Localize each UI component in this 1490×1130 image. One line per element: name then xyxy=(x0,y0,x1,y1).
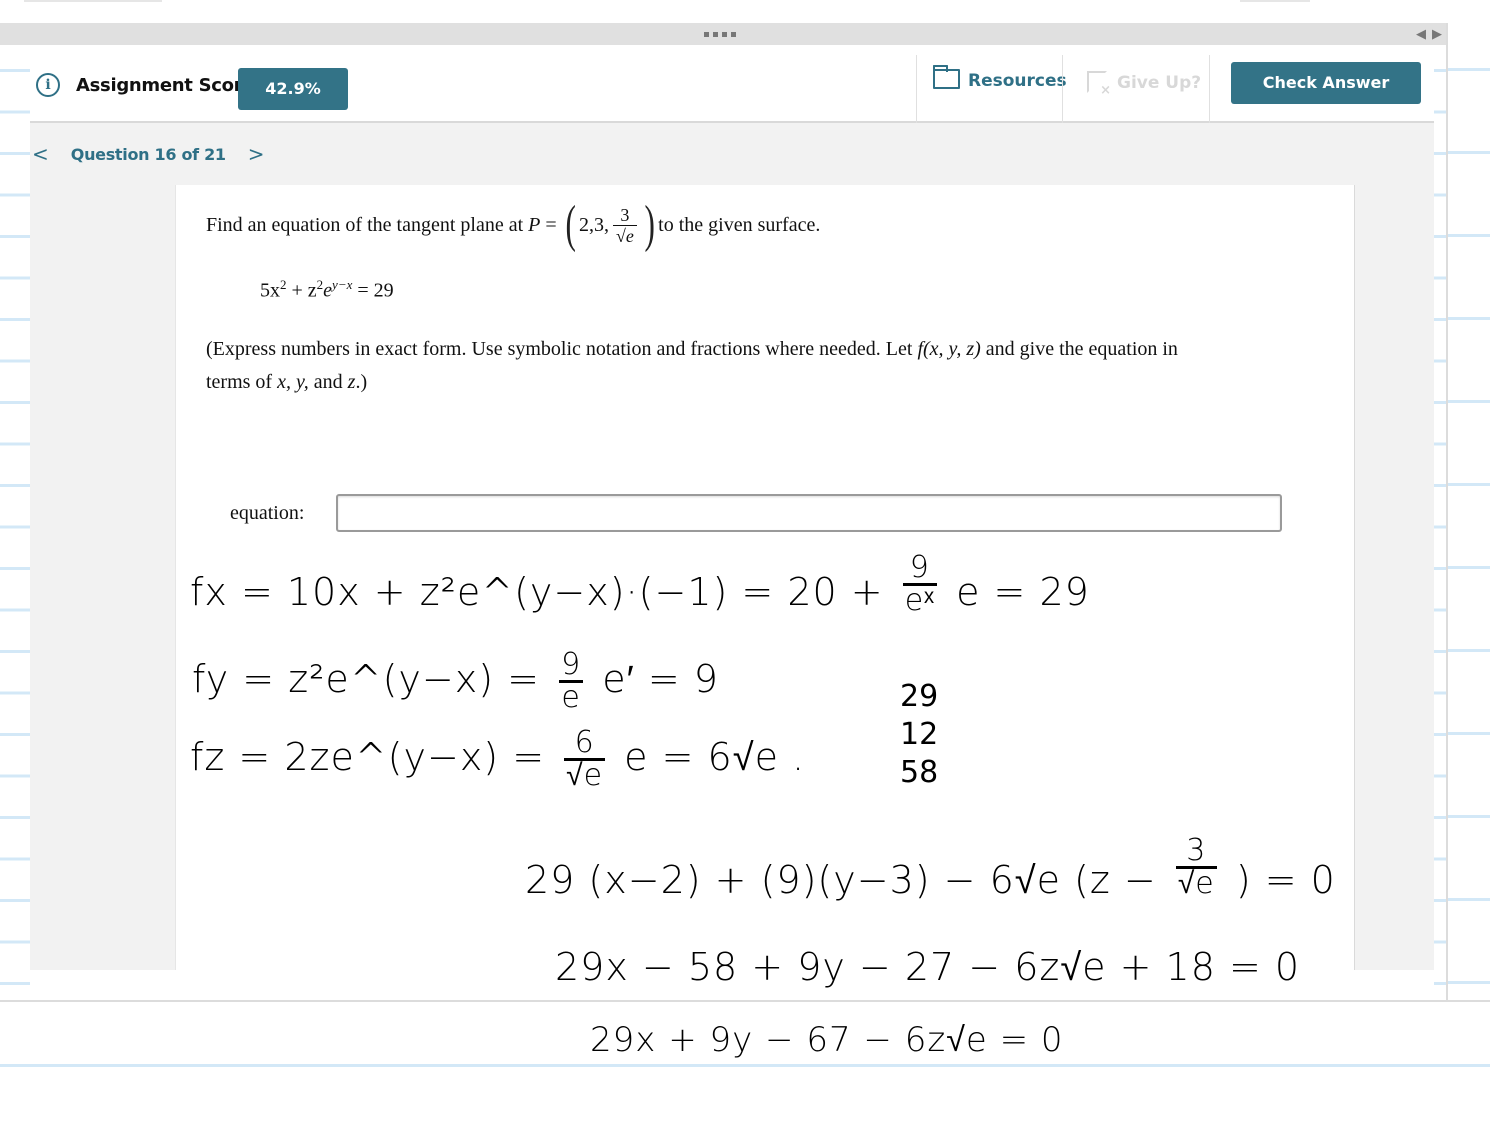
surface-equation: 5x2 + z2ey−x = 29 xyxy=(260,277,394,303)
eq-rhs: = 29 xyxy=(352,279,394,302)
check-answer-button[interactable]: Check Answer xyxy=(1231,62,1421,104)
give-up-label: Give Up? xyxy=(1117,73,1202,93)
embedded-assignment-window: ◀ ▶ i Assignment Score: 42.9% Resources … xyxy=(0,23,1448,1002)
eq-exp: y−x xyxy=(332,277,353,292)
ruled-margin-right xyxy=(1434,45,1446,995)
question-content-area: < Question 16 of 21 > Find an equation o… xyxy=(30,123,1434,970)
resize-arrows[interactable]: ◀ ▶ xyxy=(1416,26,1442,42)
resources-label: Resources xyxy=(968,71,1067,91)
header-divider xyxy=(1062,55,1063,123)
prompt-text-end: to the given surface. xyxy=(658,213,821,236)
fraction-numerator: 3 xyxy=(620,204,630,225)
previous-question-button[interactable]: < xyxy=(32,142,49,166)
eq-term: + z xyxy=(286,279,317,302)
right-paren: ) xyxy=(644,196,655,253)
equation-label: equation: xyxy=(230,501,305,524)
instructions-text: and give the equation in xyxy=(980,338,1178,360)
instructions-func: f(x, y, z) xyxy=(917,338,981,360)
instructions-text: (Express numbers in exact form. Use symb… xyxy=(206,338,918,360)
equals-sign: = xyxy=(545,213,557,236)
assignment-score-label: Assignment Score: xyxy=(76,75,262,96)
next-question-button[interactable]: > xyxy=(248,142,265,166)
point-name: P xyxy=(528,213,541,236)
give-up-icon: × xyxy=(1087,71,1111,97)
info-icon[interactable]: i xyxy=(36,73,60,97)
top-tab-edge xyxy=(24,0,162,2)
instructions-vars: x, y, xyxy=(277,371,309,393)
question-prompt: Find an equation of the tangent plane at… xyxy=(206,199,820,251)
header-divider xyxy=(916,55,917,123)
question-counter[interactable]: Question 16 of 21 xyxy=(71,145,226,164)
prompt-text: Find an equation of the tangent plane at xyxy=(206,213,524,236)
eq-term: 5x xyxy=(260,279,280,302)
instructions-text: terms of xyxy=(206,371,278,393)
instructions-text: .) xyxy=(355,371,368,393)
resize-right-icon[interactable]: ▶ xyxy=(1432,26,1442,42)
answer-row: equation: xyxy=(230,494,1282,532)
resize-left-icon[interactable]: ◀ xyxy=(1416,26,1426,42)
fraction-denominator: √e xyxy=(612,224,637,246)
point-z-fraction: 3 √e xyxy=(612,204,637,246)
point-coords: 2,3, xyxy=(578,213,609,236)
instructions-text: and xyxy=(308,371,348,393)
top-tab-edge xyxy=(1240,0,1310,2)
resources-button[interactable]: Resources xyxy=(933,65,1067,91)
assignment-score-badge: 42.9% xyxy=(238,68,348,110)
left-paren: ( xyxy=(565,196,576,253)
equation-input[interactable] xyxy=(336,494,1282,532)
question-card: Find an equation of the tangent plane at… xyxy=(175,185,1355,970)
assignment-header: i Assignment Score: 42.9% Resources × Gi… xyxy=(30,45,1434,123)
question-instructions: (Express numbers in exact form. Use symb… xyxy=(206,333,1316,399)
drag-handle-icon[interactable] xyxy=(704,32,736,37)
give-up-button[interactable]: × Give Up? xyxy=(1087,71,1202,97)
folder-icon xyxy=(933,65,960,89)
header-divider xyxy=(1209,55,1210,123)
window-drag-bar[interactable]: ◀ ▶ xyxy=(0,23,1446,45)
ruled-margin-left xyxy=(0,45,30,995)
question-navigation: < Question 16 of 21 > xyxy=(30,142,265,166)
eq-term: e xyxy=(323,279,333,302)
